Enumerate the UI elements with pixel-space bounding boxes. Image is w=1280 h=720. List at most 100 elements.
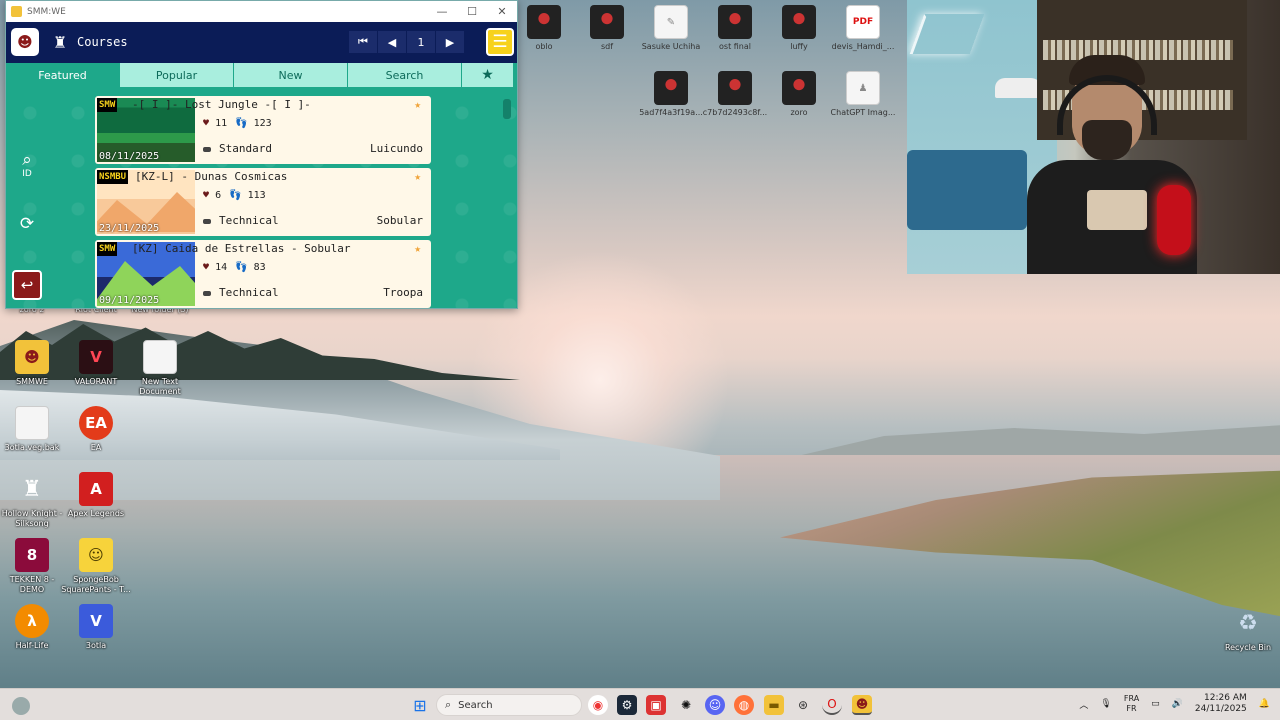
next-page-button[interactable]: ▶ xyxy=(436,31,464,53)
chatgpt-icon[interactable]: ✺ xyxy=(676,695,696,715)
window-titlebar[interactable]: SMM:WE — ☐ ✕ xyxy=(6,1,517,22)
chrome-icon[interactable]: ◉ xyxy=(588,695,608,715)
tab-new[interactable]: New xyxy=(234,63,348,87)
firefox-icon[interactable]: ◍ xyxy=(734,695,754,715)
lang-code: FRA xyxy=(1123,694,1140,703)
desktop-icon-spongebob[interactable]: ☺ SpongeBob SquarePants - T... xyxy=(61,538,131,595)
video-editor-icon: V xyxy=(79,604,113,638)
castle-icon: ♜ xyxy=(53,33,68,52)
desktop-icon-half-life[interactable]: λ Half-Life xyxy=(0,604,67,651)
desktop-icon-recycle-bin[interactable]: ♻ Recycle Bin xyxy=(1213,606,1280,653)
taskbar-search[interactable]: ⌕ Search xyxy=(436,694,582,716)
desktop-icon-valorant[interactable]: V VALORANT xyxy=(61,340,131,387)
desktop-icon-label: Recycle Bin xyxy=(1224,643,1272,652)
app-icon[interactable]: ▣ xyxy=(646,695,666,715)
opera-icon[interactable]: O xyxy=(822,695,842,715)
recycle-bin-icon: ♻ xyxy=(1238,610,1258,636)
desktop-icon-ea[interactable]: EA EA xyxy=(61,406,131,453)
network-icon[interactable]: ▭ xyxy=(1151,699,1160,709)
desktop-icon-luffy[interactable]: luffy xyxy=(764,5,834,52)
desktop-icon-label: 3otla xyxy=(85,641,107,650)
back-button[interactable]: ↩ xyxy=(12,270,42,300)
character-image-icon xyxy=(654,71,688,105)
footprint-icon: 👣 xyxy=(235,118,248,129)
desktop-icon-label: luffy xyxy=(790,42,808,51)
desktop-icon-apex-legends[interactable]: A Apex Legends xyxy=(61,472,131,519)
desktop-icon-label: Hollow Knight - Silksong xyxy=(1,509,63,528)
desktop-icon-label: zoro xyxy=(790,108,808,117)
steam-icon[interactable]: ⚙ xyxy=(617,695,637,715)
valorant-icon: V xyxy=(79,340,113,374)
plays-count: 113 xyxy=(247,190,266,201)
desktop-icon-smmwe[interactable]: ☻ SMMWE xyxy=(0,340,67,387)
clock[interactable]: 12:26 AM 24/11/2025 xyxy=(1195,693,1247,715)
desktop-icon-3otla[interactable]: V 3otla xyxy=(61,604,131,651)
notification-bell-icon[interactable]: 🔔 xyxy=(1259,699,1270,709)
tab-favorites[interactable]: ★ xyxy=(462,63,514,87)
tab-search[interactable]: Search xyxy=(348,63,462,87)
tab-featured[interactable]: Featured xyxy=(6,63,120,87)
desktop-icon-label: SMMWE xyxy=(16,377,48,386)
refresh-button[interactable]: ⟳ xyxy=(12,209,42,239)
course-card[interactable]: SMW 08/11/2025 -[ I ]- Lost Jungle -[ I … xyxy=(95,96,431,164)
tab-popular[interactable]: Popular xyxy=(120,63,234,87)
likes-count: 11 xyxy=(215,118,228,129)
menu-button[interactable]: ☰ xyxy=(486,28,514,56)
difficulty-label: Technical xyxy=(219,286,279,299)
language-indicator[interactable]: FRA FR xyxy=(1124,694,1139,714)
character-image-icon xyxy=(718,5,752,39)
minimize-button[interactable]: — xyxy=(427,5,457,18)
windows-start-icon[interactable]: ⊞ xyxy=(410,695,430,715)
plays-count: 83 xyxy=(253,262,266,273)
desktop-icon-label: devis_Hamdi_... xyxy=(831,42,895,51)
scrollbar[interactable] xyxy=(503,99,511,119)
first-page-button[interactable]: ⏮ xyxy=(349,31,377,53)
volume-icon[interactable]: 🔊 xyxy=(1172,699,1183,709)
image-file-icon: ♟ xyxy=(846,71,880,105)
clock-time: 12:26 AM xyxy=(1204,693,1247,703)
desktop-icon-chatgpt-image[interactable]: ♟ ChatGPT Imag... xyxy=(828,71,898,118)
microphone-icon[interactable]: 🎙 xyxy=(1100,699,1111,709)
desktop-icon-3otla-veg-bak[interactable]: 3otla.veg.bak xyxy=(0,406,67,453)
smmwe-taskbar-icon[interactable]: ☻ xyxy=(852,695,872,715)
search-by-id-button[interactable]: ⌕ ID xyxy=(12,151,42,181)
page-title: Courses xyxy=(77,35,128,49)
desktop-icon-c7b7[interactable]: c7b7d2493c8f... xyxy=(700,71,770,118)
pdf-icon: PDF xyxy=(846,5,880,39)
course-title: -[ I ]- Lost Jungle -[ I ]- xyxy=(132,98,311,111)
desktop-icon-sdf[interactable]: sdf xyxy=(572,5,642,52)
desktop-icon-hollow-knight[interactable]: ♜ Hollow Knight - Silksong xyxy=(0,472,67,529)
creator-name: Sobular xyxy=(376,214,423,227)
desktop-icon-label: Half-Life xyxy=(15,641,49,650)
desktop-icon-zoro[interactable]: zoro xyxy=(764,71,834,118)
course-card[interactable]: NSMBU 23/11/2025 [KZ-L] - Dunas Cosmicas… xyxy=(95,168,431,236)
desktop-icon-new-text-document[interactable]: New Text Document xyxy=(125,340,195,397)
smmwe-window: SMM:WE — ☐ ✕ ☻ ♜ Courses ⏮ ◀ 1 ▶ ☰ Featu… xyxy=(5,0,518,309)
discord-icon[interactable]: ☺ xyxy=(705,695,725,715)
desktop-icon-sasuke[interactable]: ✎ Sasuke Uchiha xyxy=(636,5,706,52)
widgets-icon[interactable] xyxy=(12,697,30,715)
spongebob-icon: ☺ xyxy=(79,538,113,572)
desktop-icon-5ad7[interactable]: 5ad7f4a3f19a... xyxy=(636,71,706,118)
smmwe-logo-icon[interactable]: ☻ xyxy=(11,28,39,56)
desktop-icon-label: New Text Document xyxy=(139,377,181,396)
difficulty-icon xyxy=(203,290,211,296)
file-explorer-icon[interactable]: ▬ xyxy=(764,695,784,715)
app-icon xyxy=(11,6,22,17)
heart-icon: ♥ xyxy=(203,118,210,129)
course-card[interactable]: SMW 09/11/2025 [KZ] Caida de Estrellas -… xyxy=(95,240,431,308)
featured-star-icon: ★ xyxy=(414,242,421,255)
prev-page-button[interactable]: ◀ xyxy=(378,31,406,53)
desktop-icon-label: TEKKEN 8 - DEMO xyxy=(9,575,55,594)
desktop-icon-label: ost final xyxy=(719,42,751,51)
app-icon[interactable]: ⊛ xyxy=(793,695,813,715)
desktop-icon-ost-final[interactable]: ost final xyxy=(700,5,770,52)
maximize-button[interactable]: ☐ xyxy=(457,5,487,18)
desktop-icon-devis-pdf[interactable]: PDF devis_Hamdi_... xyxy=(828,5,898,52)
courses-header: ☻ ♜ Courses ⏮ ◀ 1 ▶ ☰ xyxy=(6,22,517,63)
close-button[interactable]: ✕ xyxy=(487,5,517,18)
desktop-icon-tekken-8[interactable]: 8 TEKKEN 8 - DEMO xyxy=(0,538,67,595)
desktop-icon-oblo[interactable]: oblo xyxy=(509,5,579,52)
chevron-up-icon[interactable]: ︿ xyxy=(1079,698,1088,711)
featured-star-icon: ★ xyxy=(414,170,421,183)
